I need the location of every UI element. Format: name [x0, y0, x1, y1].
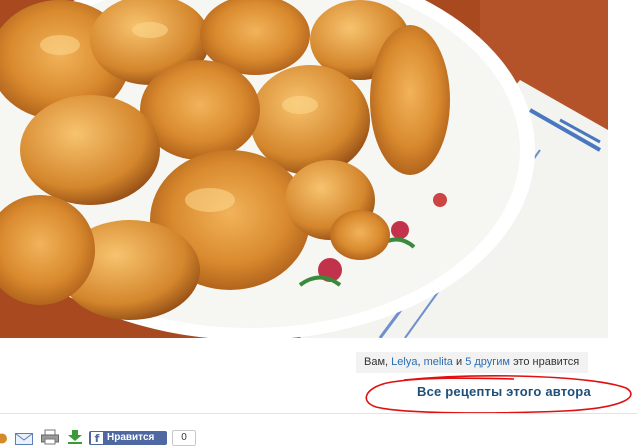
liker-link-lelya[interactable]: Lelya — [391, 356, 417, 368]
likes-others-link[interactable]: 5 другим — [465, 356, 510, 368]
email-icon[interactable] — [15, 431, 33, 447]
facebook-icon: f — [91, 432, 103, 445]
likes-suffix: это нравится — [513, 356, 580, 368]
fried-chicken-image — [0, 0, 608, 338]
likes-separator: , — [417, 356, 421, 368]
toolbar-divider — [0, 413, 637, 414]
facebook-like-count: 0 — [172, 430, 196, 446]
likes-prefix: Вам, — [364, 356, 389, 368]
recipe-photo[interactable] — [0, 0, 608, 338]
right-gutter — [608, 0, 637, 338]
share-icon[interactable] — [0, 430, 8, 446]
liker-link-melita[interactable]: melita — [424, 356, 453, 368]
all-author-recipes-link[interactable]: Все рецепты этого автора — [417, 384, 591, 399]
likes-and: и — [455, 356, 463, 368]
likes-summary: Вам, Lelya, melita и 5 другим это нравит… — [356, 352, 588, 373]
